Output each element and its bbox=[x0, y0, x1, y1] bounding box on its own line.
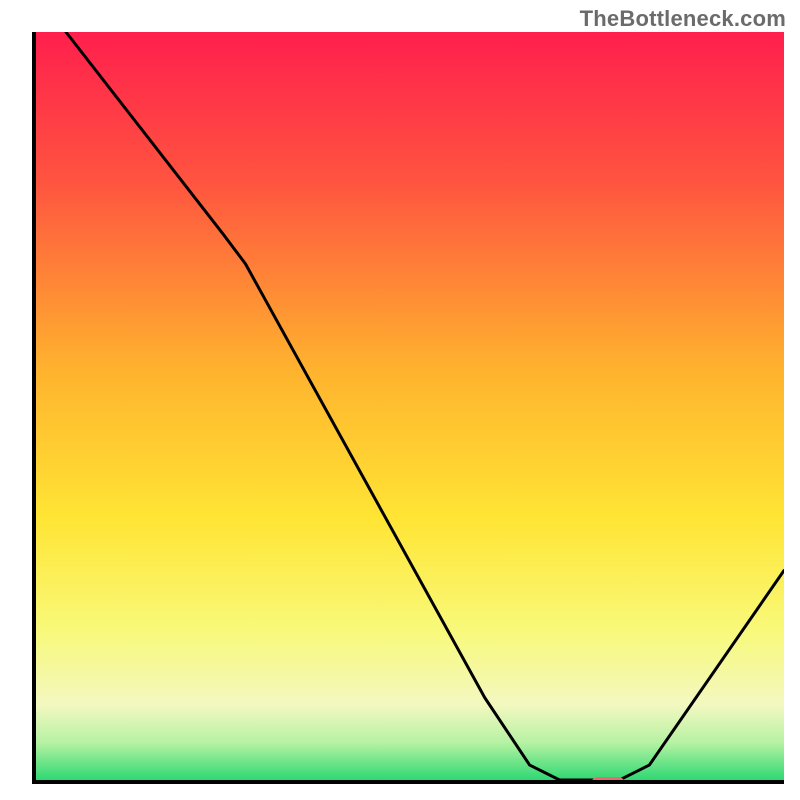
watermark-label: TheBottleneck.com bbox=[580, 6, 786, 32]
plot-area bbox=[32, 32, 784, 784]
bottleneck-curve bbox=[36, 32, 784, 780]
plot-inner bbox=[36, 32, 784, 780]
optimal-marker bbox=[591, 777, 625, 780]
